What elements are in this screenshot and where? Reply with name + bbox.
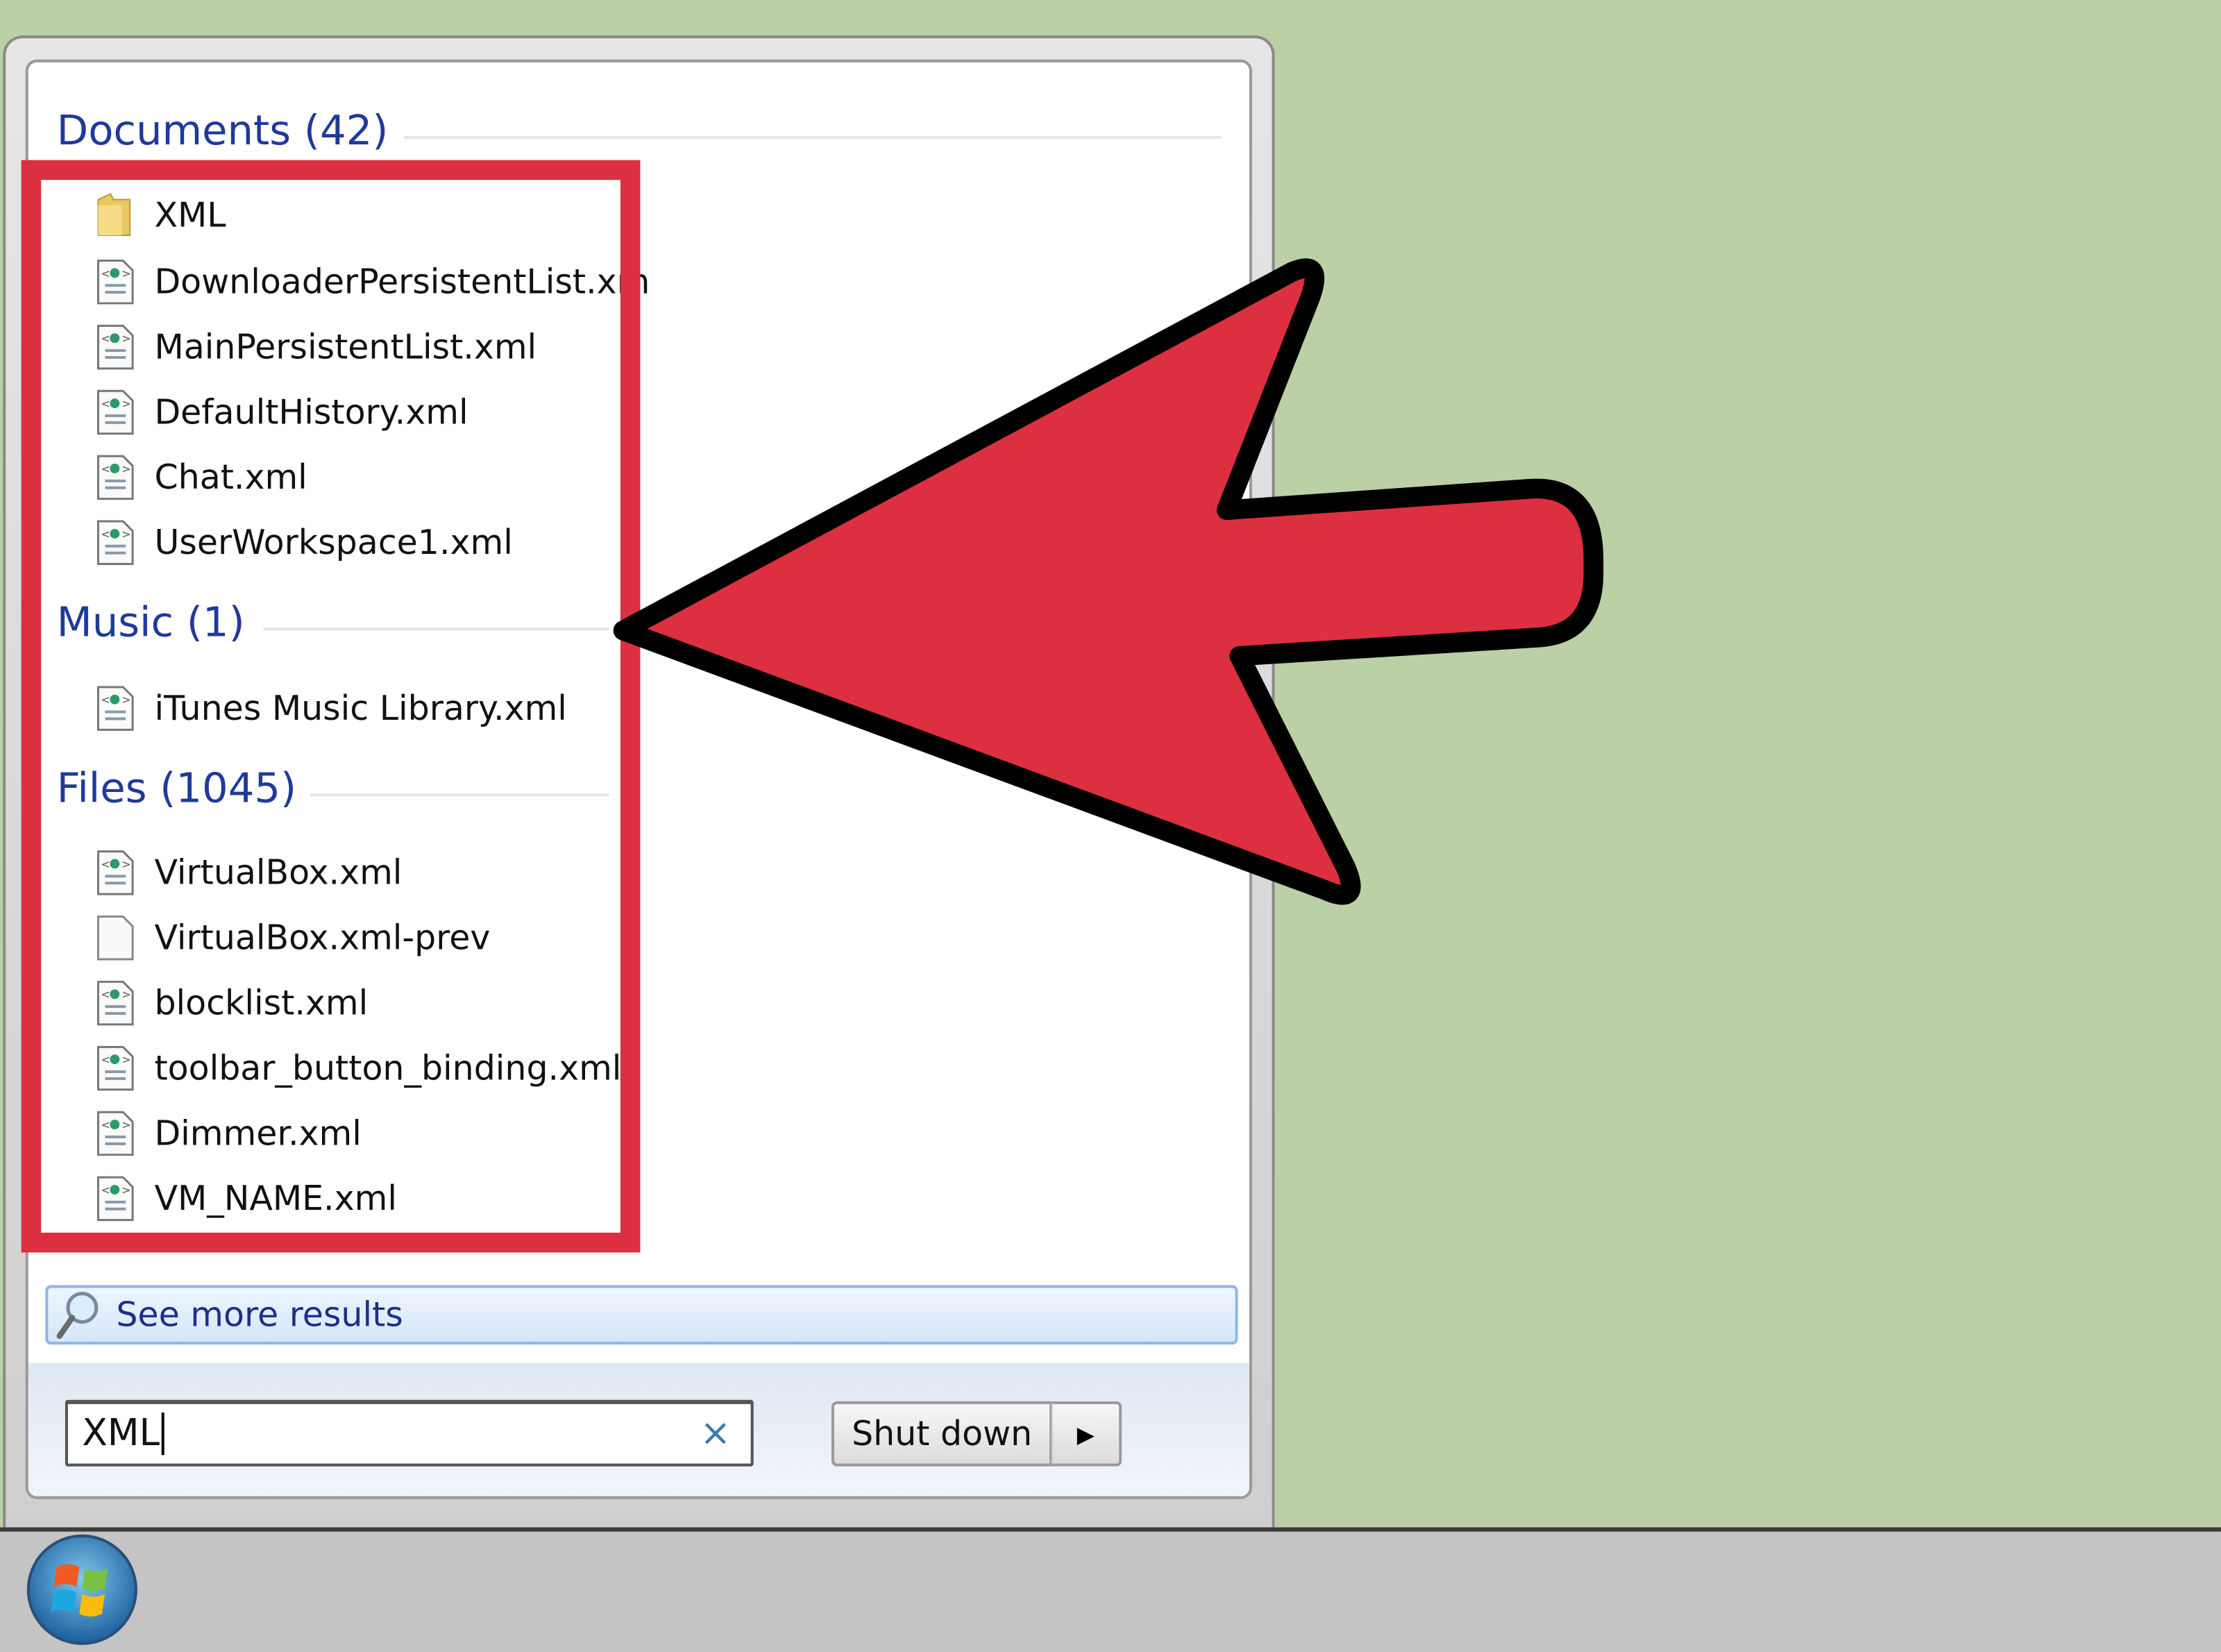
taskbar — [0, 1527, 2221, 1652]
start-button-windows-logo-icon[interactable] — [26, 1533, 139, 1646]
pointer-arrow — [613, 258, 1604, 905]
arrow-shape — [613, 258, 1604, 905]
